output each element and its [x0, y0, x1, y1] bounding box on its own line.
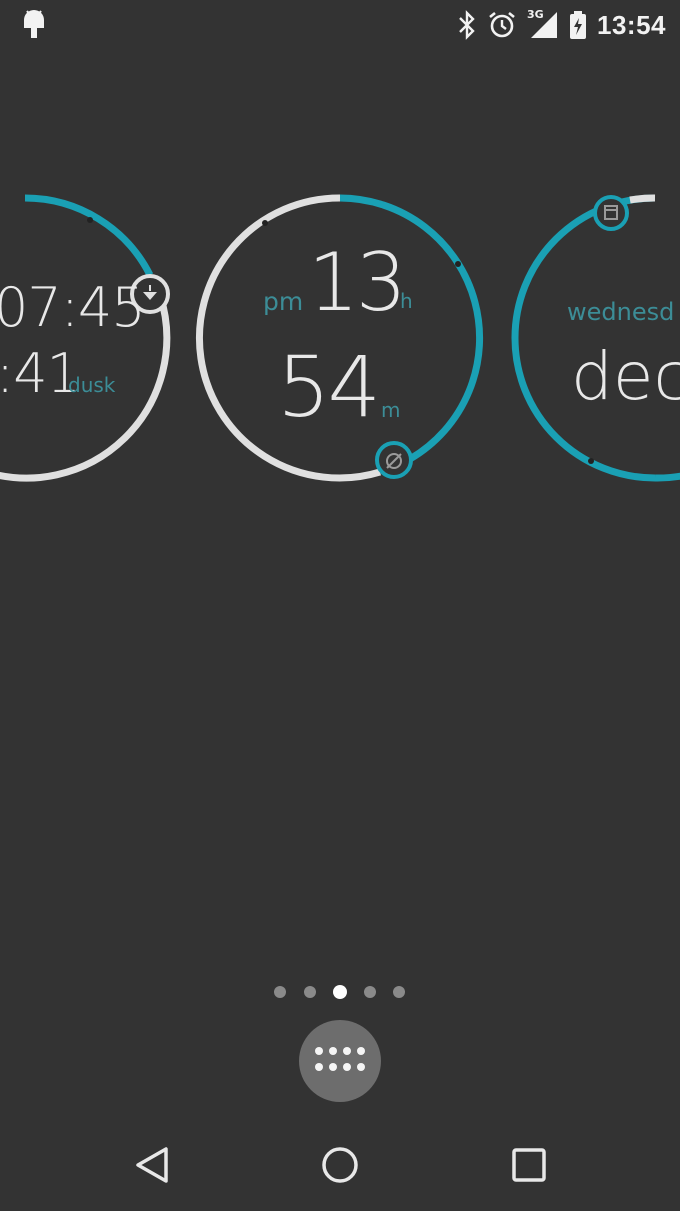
android-notification-icon	[20, 8, 48, 40]
alarm-icon[interactable]	[373, 439, 415, 481]
month-label: dec	[571, 338, 680, 415]
page-indicator	[272, 983, 412, 1001]
page-dot[interactable]	[274, 986, 286, 998]
bluetooth-icon	[457, 10, 477, 40]
page-dot-active[interactable]	[333, 985, 347, 999]
page-dot[interactable]	[393, 986, 405, 998]
sun-widget-ring	[0, 194, 171, 482]
recents-icon[interactable]	[507, 1143, 551, 1191]
status-bar: 3G 13:54	[0, 0, 680, 50]
sunset-time: 07:45	[0, 276, 146, 339]
ampm-label: pm	[263, 287, 304, 316]
clock-widget[interactable]: pm 13 h 54 m	[195, 193, 485, 485]
hour-value: 13	[308, 236, 407, 329]
navigation-bar	[0, 1120, 680, 1211]
calendar-icon[interactable]	[591, 193, 631, 233]
weekday-label: wednesd	[567, 298, 675, 326]
back-icon[interactable]	[130, 1143, 174, 1191]
minute-value: 54	[277, 338, 381, 436]
hour-unit: h	[400, 289, 413, 313]
minute-unit: m	[381, 398, 401, 422]
page-dot[interactable]	[304, 986, 316, 998]
date-widget[interactable]: wednesd dec	[505, 190, 680, 490]
app-drawer-icon	[315, 1047, 365, 1075]
dusk-label: dusk	[68, 373, 116, 397]
sun-widget[interactable]: 07:45 :41 dusk	[0, 190, 175, 490]
cellular-signal-icon: 3G	[527, 8, 559, 40]
alarm-icon	[487, 10, 517, 40]
status-time: 13:54	[597, 9, 666, 40]
battery-icon	[569, 10, 587, 40]
home-icon[interactable]	[318, 1143, 362, 1191]
app-drawer-button[interactable]	[299, 1020, 381, 1102]
page-dot[interactable]	[364, 986, 376, 998]
network-type-label: 3G	[527, 8, 544, 21]
